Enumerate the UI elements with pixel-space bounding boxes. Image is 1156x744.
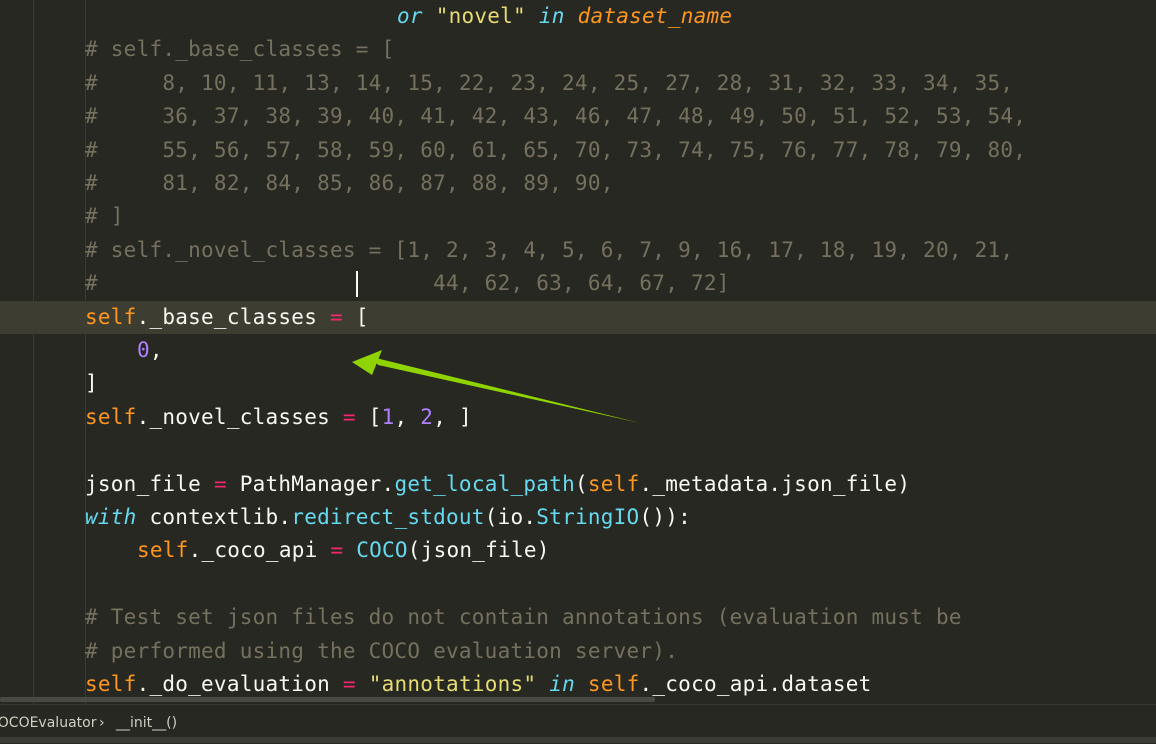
breadcrumb-method[interactable]: __init__()	[116, 705, 177, 741]
bottom-strip	[0, 737, 1156, 743]
annotation-arrow-icon	[352, 350, 640, 423]
code-editor[interactable]: or "novel" in dataset_name # self._base_c…	[0, 0, 1156, 704]
breadcrumb-class[interactable]: COCOEvaluator	[0, 705, 96, 741]
arrow-shaft	[372, 357, 640, 423]
breadcrumb-separator-icon: ›	[99, 715, 105, 731]
